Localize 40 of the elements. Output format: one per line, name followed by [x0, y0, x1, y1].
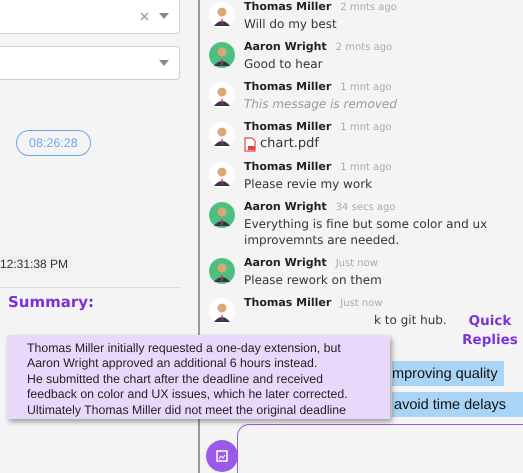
- timer-badge: 08:26:28: [16, 130, 91, 156]
- sender-name: Thomas Miller: [244, 80, 332, 93]
- message-input[interactable]: [237, 424, 523, 473]
- sender-name: Aaron Wright: [244, 200, 327, 213]
- dropdown-field[interactable]: [0, 46, 180, 80]
- message-text: Please revie my work: [244, 176, 374, 192]
- message-time: Just now: [336, 258, 378, 269]
- sender-name: Thomas Miller: [244, 296, 332, 309]
- message-time: 2 mnts ago: [336, 42, 392, 53]
- message-time: Just now: [340, 298, 383, 309]
- pdf-file-icon: [244, 136, 256, 152]
- caret-icon: [159, 60, 169, 66]
- message-time: 2 mnts ago: [340, 2, 397, 13]
- close-icon[interactable]: [140, 12, 149, 20]
- sender-name: Thomas Miller: [244, 160, 332, 173]
- quick-reply-chip[interactable]: avoid time delays: [392, 392, 523, 417]
- summary-text: Thomas Miller initially requested a one-day extension, but Aaron Wright approved an additional 6 hours instead. He submitted the chart after the deadline and received feedback on color and UX issues, which he later corrected. Ultimately Thomas Miller did not meet the original deadline: [27, 341, 349, 418]
- sender-name: Aaron Wright: [244, 256, 327, 269]
- sender-name: Thomas Miller: [244, 120, 332, 133]
- image-icon: [216, 450, 228, 462]
- timestamp: 12:31:38 PM: [0, 255, 72, 273]
- message-text: This message is removed: [244, 96, 398, 112]
- message-text: Good to hear: [244, 56, 324, 72]
- message-time: 1 mnt ago: [340, 122, 392, 133]
- message-text: Please rework on them: [244, 272, 383, 288]
- attach-button[interactable]: [206, 440, 238, 472]
- dropdown-field[interactable]: [0, 0, 180, 34]
- message-time: 1 mnt ago: [340, 162, 392, 173]
- caret-icon: [159, 13, 169, 19]
- sender-name: Aaron Wright: [244, 40, 327, 53]
- file-link[interactable]: chart.pdf: [260, 136, 320, 152]
- quick-reply-chip[interactable]: mproving quality: [392, 361, 504, 386]
- quick-replies-heading: Quick Replies: [462, 312, 518, 350]
- message-text: Everything is fine but some color and ux improvemnts are needed.: [244, 216, 488, 248]
- message-time: 1 mnt ago: [340, 82, 392, 93]
- sender-name: Thomas Miller: [244, 0, 332, 13]
- summary-heading: Summary:: [8, 293, 94, 311]
- message-text: Will do my best: [244, 16, 338, 32]
- message-time: 34 secs ago: [336, 202, 396, 213]
- message-text: k to git hub.: [374, 312, 447, 328]
